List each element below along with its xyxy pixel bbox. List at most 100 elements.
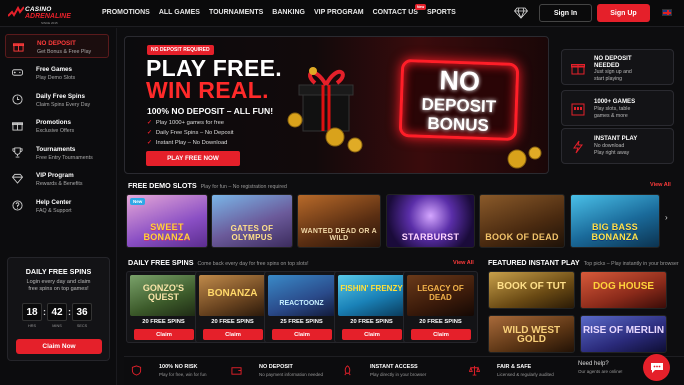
game-title: BONANZA [207, 288, 258, 299]
nav-promotions[interactable]: PROMOTIONS [102, 9, 150, 16]
sidebar-item-no-deposit[interactable]: NO DEPOSIT Get Bonus & Free Play [5, 34, 109, 58]
feature-card-sub: start playing [594, 76, 622, 82]
sidebar-item-sub: Free Entry Tournaments [36, 155, 93, 161]
free-spins-count: 20 FREE SPINS [350, 319, 393, 325]
free-spins-count: 20 FREE SPINS [211, 319, 254, 325]
help-sub: Our agents are online! [578, 369, 623, 374]
trust-title: NO DEPOSIT [259, 364, 293, 370]
spin-card-bonanza: BONANZA 20 FREE SPINS Claim [195, 271, 270, 343]
spin-card-gonzos-quest: GONZO'S QUEST 20 FREE SPINS Claim [126, 271, 201, 343]
sidebar-item-promotions[interactable]: Promotions Exclusive Offers [5, 114, 109, 138]
gift-icon [571, 64, 585, 75]
no-deposit-bonus-sign: NO DEPOSIT BONUS [398, 58, 520, 142]
game-tile-big-bass-bonanza[interactable]: BIG BASS BONANZA [570, 194, 660, 248]
hero-headline-2: WIN REAL. [146, 77, 269, 103]
sidebar-item-title: Promotions [36, 119, 71, 126]
feature-card-games: 1000+ GAMES Play slots, table games & mo… [561, 90, 674, 126]
coins-decoration [507, 146, 542, 169]
sidebar-item-title: Help Center [36, 199, 72, 206]
timer-seconds: 36 [72, 303, 92, 321]
game-title: WANTED DEAD OR A WILD [300, 228, 378, 242]
play-free-now-button[interactable]: PLAY FREE NOW [146, 151, 240, 166]
nav-sports[interactable]: SPORTS [427, 9, 456, 16]
sidebar-item-daily-free-spins[interactable]: Daily Free Spins Claim Spins Every Day [5, 88, 109, 112]
hero-banner: NO DEPOSIT REQUIRED PLAY FREE. WIN REAL.… [124, 36, 549, 174]
language-flag-icon[interactable] [662, 9, 672, 16]
wallet-icon [231, 367, 242, 375]
feature-card-title: NO DEPOSIT [594, 55, 632, 62]
instant-tile-book-of-tut[interactable]: BOOK OF TUT [488, 271, 575, 309]
chat-bubble-icon [650, 362, 663, 373]
daily-spins-title: DAILY FREE SPINS [25, 267, 92, 276]
demo-section-title: FREE DEMO SLOTS [128, 181, 197, 190]
new-badge: New [130, 198, 146, 205]
game-title: GATES OF OLYMPUS [230, 224, 274, 242]
hero-bullet-text: Daily Free Spins – No Deposit [155, 130, 234, 136]
sign-up-button[interactable]: Sign Up [597, 4, 650, 22]
spins-view-all-link[interactable]: View All [453, 260, 474, 266]
timer-seconds-label: SECS [76, 324, 88, 328]
free-spins-count: 25 FREE SPINS [280, 319, 323, 325]
spin-card-fishin-frenzy: FISHIN' FRENZY 20 FREE SPINS Claim [334, 271, 409, 343]
game-tile-starburst[interactable]: STARBURST [386, 194, 475, 248]
feature-card-sub: Play slots, table [594, 106, 631, 112]
instant-section-title: FEATURED INSTANT PLAY [488, 258, 580, 267]
feature-card-title: 1000+ GAMES [594, 98, 636, 105]
game-tile-sweet-bonanza[interactable]: New SWEET BONANZA [126, 194, 208, 248]
sidebar-item-free-games[interactable]: Free Games Play Demo Slots [5, 61, 109, 85]
game-title: BOOK OF TUT [497, 281, 566, 292]
sidebar-item-vip-program[interactable]: VIP Program Rewards & Benefits [5, 167, 109, 191]
gift-icon [12, 122, 23, 131]
claim-button[interactable]: Claim [203, 329, 263, 340]
sign-in-button[interactable]: Sign In [539, 4, 592, 22]
feature-card-instant-play: INSTANT PLAY No download Play right away [561, 128, 674, 164]
game-tile-gates-of-olympus[interactable]: GATES OF OLYMPUS [211, 194, 293, 248]
sidebar-item-tournaments[interactable]: Tournaments Free Entry Tournaments [5, 141, 109, 165]
logo-since: SINCE 2015 [41, 21, 58, 25]
sidebar-item-title: Free Games [36, 66, 73, 73]
game-tile-wanted-dead-or-a-wild[interactable]: WANTED DEAD OR A WILD [297, 194, 381, 248]
spins-section-title: DAILY FREE SPINS [128, 258, 194, 267]
game-title: DOG HOUSE [592, 281, 655, 292]
game-title: STARBURST [401, 232, 460, 242]
feature-card-no-deposit: NO DEPOSIT NEEDED Just sign up and start… [561, 49, 674, 85]
carousel-next-icon[interactable]: › [665, 213, 668, 222]
game-tile-book-of-dead[interactable]: BOOK OF DEAD [479, 194, 565, 248]
logo-mark-icon [8, 6, 24, 17]
trust-title: 100% NO RISK [159, 364, 198, 370]
instant-section-header: FEATURED INSTANT PLAY Top picks – Play in… [488, 258, 679, 267]
claim-button[interactable]: Claim [272, 329, 332, 340]
nav-all-games[interactable]: ALL GAMES [159, 9, 200, 16]
free-spins-count: 20 FREE SPINS [419, 319, 462, 325]
top-bar: CASINO ADRENALINE SINCE 2015 PROMOTIONS … [0, 0, 684, 27]
live-chat-button[interactable] [643, 354, 670, 381]
spins-section-subtitle: Come back every day for free spins on to… [197, 261, 309, 267]
demo-view-all-link[interactable]: View All [650, 182, 671, 188]
instant-section-subtitle: Top picks – Play instantly in your brows… [583, 261, 679, 267]
nav-banking[interactable]: BANKING [272, 9, 305, 16]
nav-contact-us[interactable]: CONTACT US [373, 9, 418, 16]
claim-now-button[interactable]: Claim Now [16, 339, 102, 354]
instant-tile-wild-west-gold[interactable]: WILD WEST GOLD [488, 315, 575, 353]
instant-tile-rise-of-merlin[interactable]: RISE OF MERLIN [580, 315, 667, 353]
timer-minutes: 42 [47, 303, 67, 321]
game-title: GONZO'S QUEST [142, 283, 185, 302]
help-icon [12, 200, 23, 211]
feature-card-sub: No download [594, 143, 625, 149]
feature-card-sub: Just sign up and [594, 69, 632, 75]
spin-card-legacy-of-dead: LEGACY OF DEAD 20 FREE SPINS Claim [403, 271, 478, 343]
sidebar-item-help-center[interactable]: Help Center FAQ & Support [5, 194, 109, 218]
trust-sub: Play directly in your browser [370, 372, 427, 377]
instant-tile-dog-house[interactable]: DOG HOUSE [580, 271, 667, 309]
daily-spins-desc-line1: Login every day and claim [26, 279, 91, 285]
sidebar-item-sub: Claim Spins Every Day [36, 102, 91, 108]
sidebar-item-title: NO DEPOSIT [37, 40, 76, 47]
nav-vip-program[interactable]: VIP PROGRAM [314, 9, 364, 16]
nav-tournaments[interactable]: TOURNAMENTS [209, 9, 263, 16]
claim-button[interactable]: Claim [411, 329, 471, 340]
logo[interactable]: CASINO ADRENALINE SINCE 2015 [8, 4, 88, 25]
claim-button[interactable]: Claim [342, 329, 402, 340]
vip-diamond-icon[interactable] [514, 7, 528, 19]
feature-card-sub: Play right away [594, 150, 630, 156]
claim-button[interactable]: Claim [134, 329, 194, 340]
